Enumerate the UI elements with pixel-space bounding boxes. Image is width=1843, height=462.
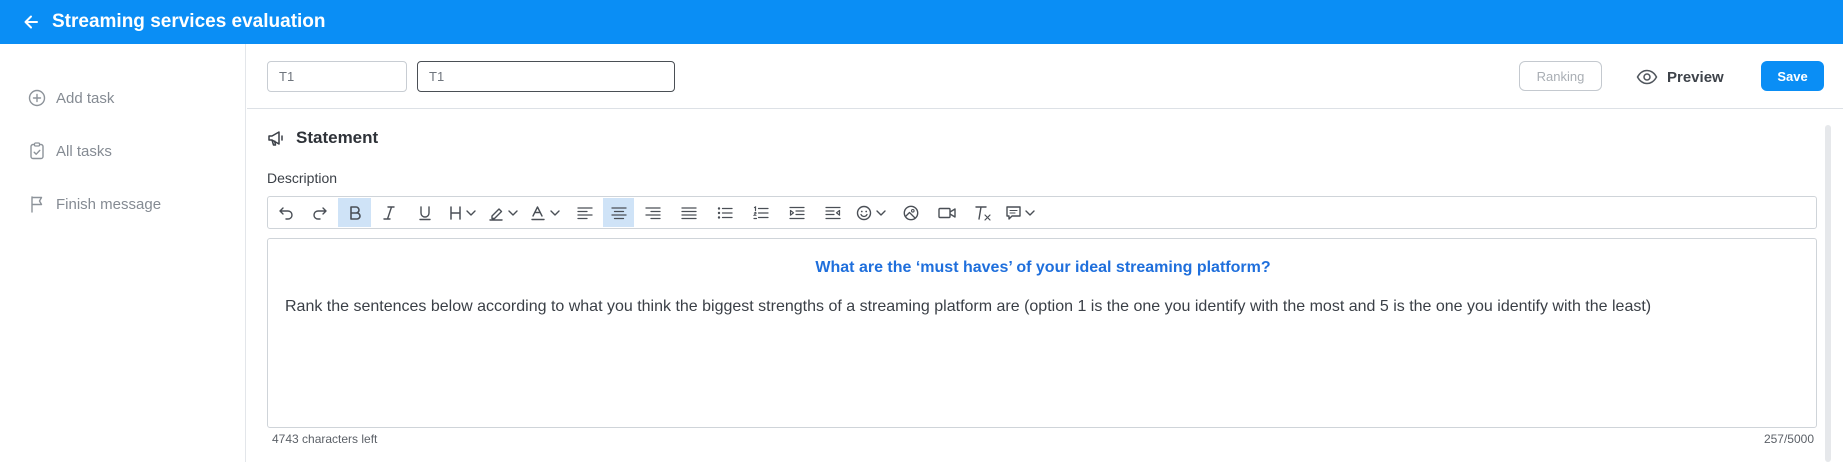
plus-circle-icon: [27, 88, 47, 108]
align-justify-icon[interactable]: [671, 198, 707, 227]
editor-body: Rank the sentences below according to wh…: [285, 298, 1652, 315]
redo-icon[interactable]: [302, 198, 338, 227]
flag-icon: [27, 194, 47, 214]
sidebar-item-label: Add task: [56, 89, 115, 107]
task-id-input[interactable]: [267, 61, 407, 92]
align-center-icon[interactable]: [603, 198, 634, 227]
preview-label: Preview: [1667, 68, 1724, 86]
font-color-icon[interactable]: [525, 198, 567, 227]
bold-icon[interactable]: [338, 198, 371, 227]
sidebar: Add task All tasks Finish message: [0, 44, 246, 462]
outdent-icon[interactable]: [815, 198, 851, 227]
arrow-left-icon: [24, 15, 38, 29]
clipboard-check-icon: [27, 141, 47, 161]
page-title: Streaming services evaluation: [52, 11, 326, 32]
scrollbar[interactable]: [1825, 125, 1831, 462]
character-counter: 257/5000: [1763, 432, 1814, 446]
emoji-icon[interactable]: [851, 198, 893, 227]
preview-button[interactable]: Preview: [1636, 63, 1724, 91]
sidebar-item-all-tasks[interactable]: All tasks: [27, 141, 112, 161]
numbered-list-icon[interactable]: [743, 198, 779, 227]
comment-icon[interactable]: [1001, 198, 1041, 227]
description-label: Description: [267, 170, 338, 186]
bullet-list-icon[interactable]: [707, 198, 743, 227]
align-left-icon[interactable]: [567, 198, 603, 227]
align-right-icon[interactable]: [634, 198, 671, 227]
editor-heading: What are the ‘must haves’ of your ideal …: [815, 259, 1271, 276]
indent-icon[interactable]: [779, 198, 815, 227]
clear-format-icon[interactable]: [965, 198, 1001, 227]
sidebar-item-add-task[interactable]: Add task: [27, 88, 114, 108]
task-name-input[interactable]: [417, 61, 675, 92]
sidebar-item-label: Finish message: [56, 195, 162, 213]
main-content: Ranking Preview Save Statement Descripti…: [247, 44, 1843, 462]
italic-icon[interactable]: [371, 198, 407, 227]
video-icon[interactable]: [929, 198, 965, 227]
heading-icon[interactable]: [443, 198, 483, 227]
task-type-badge[interactable]: Ranking: [1519, 61, 1602, 91]
top-bar: Streaming services evaluation: [0, 0, 1843, 44]
underline-icon[interactable]: [407, 198, 443, 227]
image-icon[interactable]: [893, 198, 929, 227]
undo-icon[interactable]: [270, 198, 302, 227]
sidebar-item-label: All tasks: [56, 142, 112, 160]
characters-left: 4743 characters left: [272, 432, 378, 446]
save-button[interactable]: Save: [1761, 61, 1824, 91]
highlight-icon[interactable]: [483, 198, 525, 227]
task-header: Ranking Preview Save: [247, 44, 1843, 109]
eye-icon: [1636, 69, 1658, 85]
description-editor[interactable]: What are the ‘must haves’ of your ideal …: [267, 238, 1817, 428]
statement-heading: Statement: [267, 128, 378, 148]
statement-title: Statement: [296, 128, 379, 147]
megaphone-icon: [267, 129, 287, 147]
back-button[interactable]: [16, 0, 46, 44]
editor-toolbar: [267, 196, 1817, 229]
sidebar-item-finish-message[interactable]: Finish message: [27, 194, 161, 214]
